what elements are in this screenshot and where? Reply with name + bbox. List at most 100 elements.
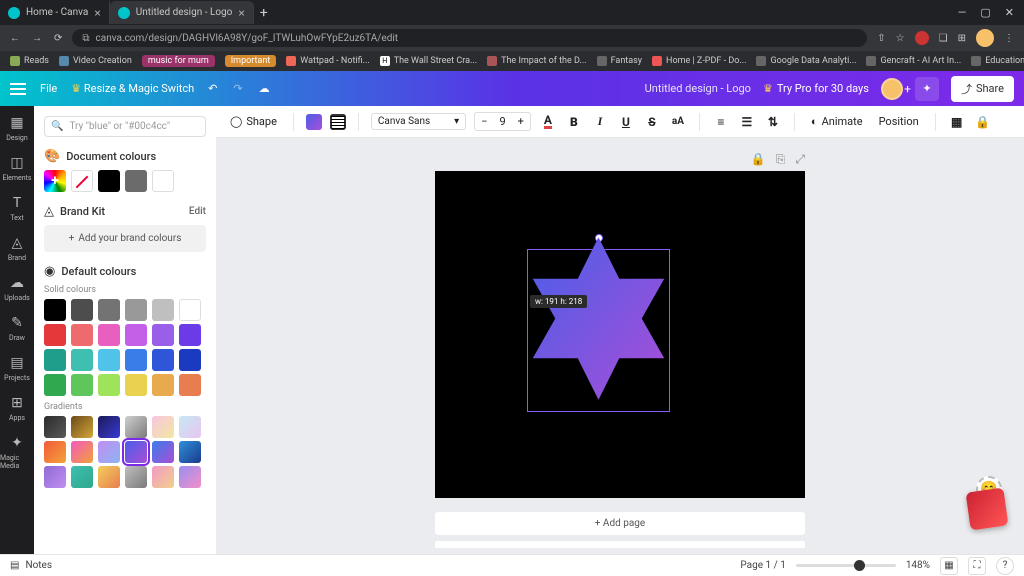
swatch[interactable] xyxy=(125,374,147,396)
fullscreen-icon[interactable]: ⛶ xyxy=(968,557,986,575)
swatch[interactable] xyxy=(125,441,147,463)
bookmark-item[interactable]: The Impact of the D... xyxy=(487,56,587,66)
selection-box[interactable] xyxy=(527,249,670,412)
ai-button[interactable]: ✦ xyxy=(915,77,939,101)
bookmark-item[interactable]: HThe Wall Street Cra... xyxy=(380,56,477,66)
animate-button[interactable]: ◐Animate xyxy=(807,112,867,131)
swatch[interactable] xyxy=(98,416,120,438)
edit-brand-button[interactable]: Edit xyxy=(189,206,206,217)
help-icon[interactable]: ? xyxy=(996,557,1014,575)
page-lock-icon[interactable]: 🔒 xyxy=(751,152,766,167)
page-options-icon[interactable]: ⤢ xyxy=(795,152,805,167)
menu-button[interactable] xyxy=(10,83,26,95)
swatch[interactable] xyxy=(44,170,66,192)
url-field[interactable]: ⧉canva.com/design/DAGHVl6A98Y/goF_ITWLuh… xyxy=(72,29,867,47)
font-select[interactable]: Canva Sans▾ xyxy=(371,113,466,130)
swatch[interactable] xyxy=(125,416,147,438)
swatch[interactable] xyxy=(125,466,147,488)
swatch[interactable] xyxy=(98,324,120,346)
plus-icon[interactable]: + xyxy=(512,113,530,130)
swatch[interactable] xyxy=(71,374,93,396)
rail-magic[interactable]: ✦Magic Media xyxy=(0,434,34,470)
bookmark-item[interactable]: Education xyxy=(971,56,1024,66)
bookmark-item[interactable]: Reads xyxy=(10,56,49,66)
swatch[interactable] xyxy=(71,349,93,371)
bookmark-item[interactable]: Home | Z-PDF - Do... xyxy=(652,56,746,66)
lock-button[interactable]: 🔒 xyxy=(974,113,992,131)
swatch[interactable] xyxy=(98,374,120,396)
swatch[interactable] xyxy=(125,170,147,192)
swatch[interactable] xyxy=(125,299,147,321)
swatch[interactable] xyxy=(71,441,93,463)
list-button[interactable]: ☰ xyxy=(738,113,756,131)
swatch[interactable] xyxy=(179,416,201,438)
grid-view-icon[interactable]: ▦ xyxy=(940,557,958,575)
spacing-button[interactable]: ⇅ xyxy=(764,113,782,131)
swatch[interactable] xyxy=(179,374,201,396)
bookmark-icon[interactable]: ❏ xyxy=(939,33,948,44)
zoom-slider[interactable] xyxy=(796,564,896,567)
file-menu[interactable]: File xyxy=(40,82,57,95)
rail-elements[interactable]: ◫Elements xyxy=(2,154,31,182)
rail-text[interactable]: TText xyxy=(8,194,26,222)
swatch[interactable] xyxy=(44,466,66,488)
bookmark-item[interactable]: Gencraft - AI Art In... xyxy=(866,56,961,66)
resize-menu[interactable]: ♛ Resize & Magic Switch xyxy=(71,82,194,95)
swatch[interactable] xyxy=(179,349,201,371)
notes-button[interactable]: Notes xyxy=(25,560,52,571)
swatch[interactable] xyxy=(71,299,93,321)
text-color-button[interactable]: A xyxy=(539,113,557,131)
share-icon[interactable]: ⇧ xyxy=(877,33,885,44)
underline-button[interactable]: U xyxy=(617,113,635,131)
swatch[interactable] xyxy=(71,170,93,192)
bookmark-item[interactable]: Video Creation xyxy=(59,56,132,66)
border-style-chip[interactable] xyxy=(330,114,346,130)
extensions-icon[interactable]: ⊞ xyxy=(958,33,966,44)
swatch[interactable] xyxy=(152,416,174,438)
font-size-stepper[interactable]: −9+ xyxy=(474,112,531,131)
close-icon[interactable]: × xyxy=(94,6,100,20)
share-button[interactable]: ⤴Share xyxy=(951,76,1014,102)
add-page-button[interactable]: + Add page xyxy=(435,512,805,535)
minimize-icon[interactable]: — xyxy=(958,6,967,19)
swatch[interactable] xyxy=(152,324,174,346)
swatch[interactable] xyxy=(71,416,93,438)
swatch[interactable] xyxy=(179,441,201,463)
swatch[interactable] xyxy=(152,170,174,192)
align-button[interactable]: ≡ xyxy=(712,113,730,131)
tab-design[interactable]: Untitled design - Logo× xyxy=(110,1,254,24)
rail-uploads[interactable]: ☁Uploads xyxy=(4,274,30,302)
swatch[interactable] xyxy=(44,416,66,438)
tab-home[interactable]: Home - Canva× xyxy=(0,1,110,24)
swatch[interactable] xyxy=(98,466,120,488)
rail-design[interactable]: ▦Design xyxy=(6,114,27,142)
close-icon[interactable]: × xyxy=(238,6,244,20)
duplicate-page-icon[interactable]: ⎘ xyxy=(776,152,786,167)
swatch[interactable] xyxy=(179,299,201,321)
swatch[interactable] xyxy=(98,441,120,463)
transparency-button[interactable]: ▦ xyxy=(948,113,966,131)
back-icon[interactable]: ← xyxy=(10,33,20,44)
doc-title[interactable]: Untitled design - Logo xyxy=(645,82,751,95)
rail-brand[interactable]: ◬Brand xyxy=(8,234,26,262)
star-icon[interactable]: ☆ xyxy=(896,33,905,44)
minus-icon[interactable]: − xyxy=(475,113,493,130)
profile-avatar[interactable] xyxy=(976,29,994,47)
forward-icon[interactable]: → xyxy=(32,33,42,44)
shape-button[interactable]: ◯Shape xyxy=(226,112,281,131)
menu-icon[interactable]: ⋮ xyxy=(1004,33,1014,44)
fill-color-chip[interactable] xyxy=(306,114,322,130)
swatch[interactable] xyxy=(71,324,93,346)
swatch[interactable] xyxy=(44,441,66,463)
swatch[interactable] xyxy=(152,466,174,488)
reload-icon[interactable]: ⟳ xyxy=(54,33,62,44)
rail-apps[interactable]: ⊞Apps xyxy=(8,394,26,422)
bold-button[interactable]: B xyxy=(565,113,583,131)
page-indicator[interactable]: Page 1 / 1 xyxy=(740,560,785,571)
swatch[interactable] xyxy=(44,349,66,371)
artboard[interactable]: ⤡ w: 191 h: 218 xyxy=(435,171,805,498)
new-tab-button[interactable]: + xyxy=(260,5,268,21)
try-pro-button[interactable]: ♛Try Pro for 30 days xyxy=(763,82,869,95)
italic-button[interactable]: I xyxy=(591,113,609,131)
undo-icon[interactable]: ↶ xyxy=(208,82,217,95)
